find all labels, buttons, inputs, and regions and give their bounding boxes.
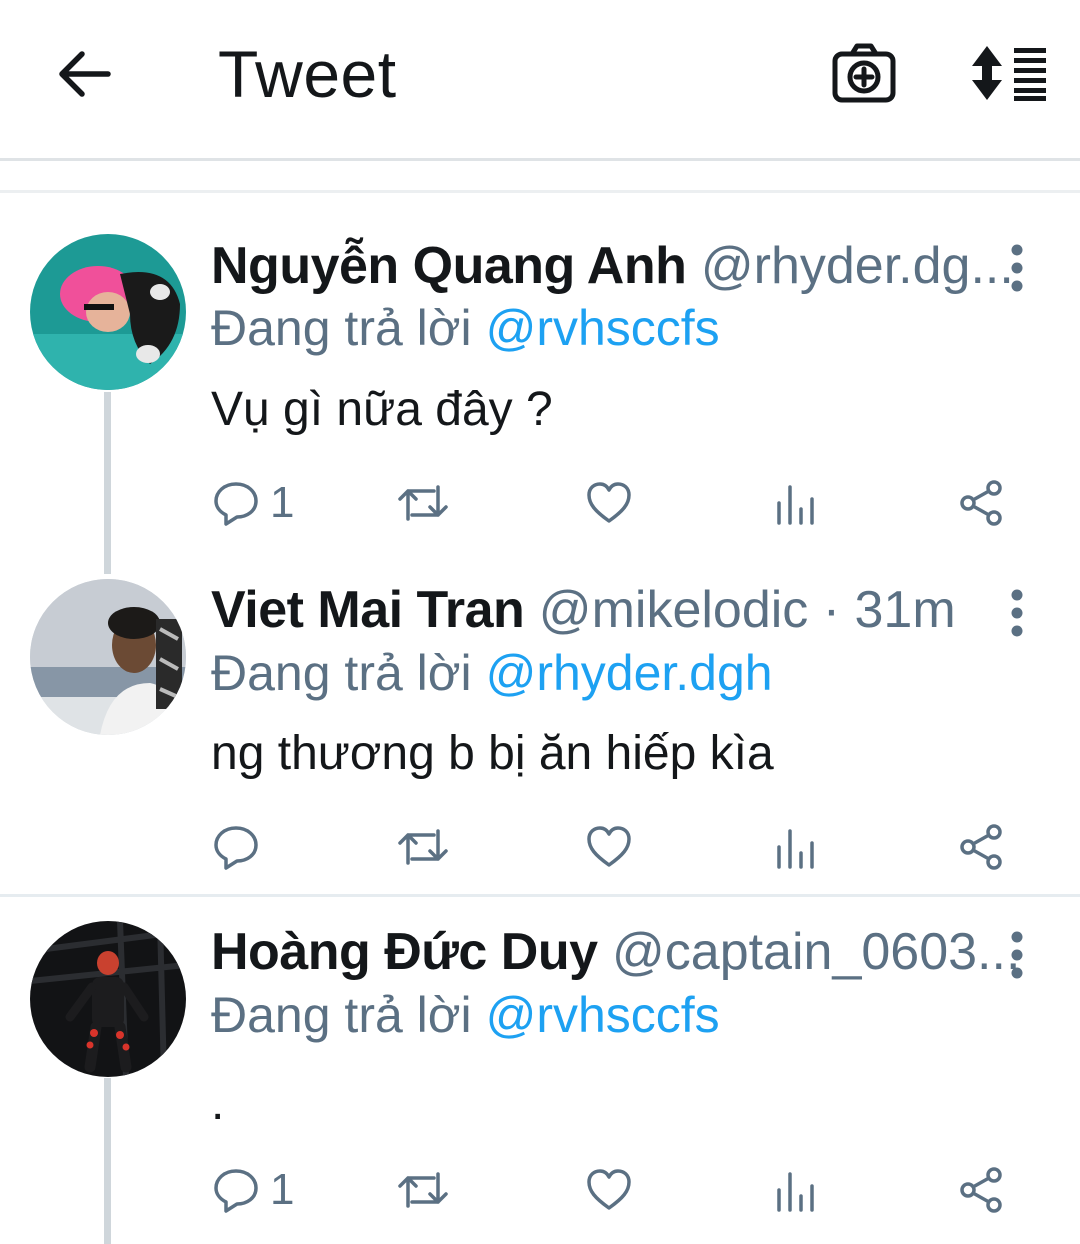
share-button[interactable] <box>958 473 1006 533</box>
analytics-button[interactable] <box>775 1160 817 1220</box>
author-handle: @rhyder.dg... <box>700 237 1014 295</box>
replying-to-label: Đang trả lời <box>211 987 486 1043</box>
replying-to: Đang trả lời @rvhsccfs <box>211 985 720 1045</box>
reply-icon <box>214 482 258 526</box>
tweet-header: Nguyễn Quang Anh @rhyder.dg... <box>211 236 1014 296</box>
share-button[interactable] <box>958 817 1006 877</box>
more-options-button[interactable] <box>1003 243 1031 293</box>
reply-icon <box>214 826 258 870</box>
tweet-actions <box>0 817 1080 877</box>
like-button[interactable] <box>585 817 633 877</box>
heart-icon <box>587 826 631 867</box>
share-icon <box>960 1167 1002 1213</box>
author-handle: @captain_0603... <box>611 923 1021 981</box>
analytics-icon <box>777 485 814 525</box>
avatar[interactable] <box>30 579 186 735</box>
more-options-button[interactable] <box>1003 588 1031 638</box>
more-vertical-icon <box>1011 589 1023 637</box>
header-divider <box>0 190 1080 193</box>
retweet-icon <box>398 1172 448 1208</box>
tweet-actions: 1 <box>0 473 1080 533</box>
sort-icon <box>972 46 1046 101</box>
camera-plus-icon <box>832 43 896 103</box>
tweet-divider <box>0 894 1080 897</box>
more-options-button[interactable] <box>1003 930 1031 980</box>
retweet-button[interactable] <box>396 817 450 877</box>
heart-icon <box>587 1169 631 1210</box>
mention-link[interactable]: @rhyder.dgh <box>486 645 773 701</box>
author-name[interactable]: Viet Mai Tran <box>211 581 525 639</box>
share-button[interactable] <box>958 1160 1006 1220</box>
like-button[interactable] <box>585 1160 633 1220</box>
analytics-button[interactable] <box>775 473 817 533</box>
mention-link[interactable]: @rvhsccfs <box>486 300 720 356</box>
tweet-text: ng thương b bị ăn hiếp kìa <box>211 727 774 780</box>
retweet-button[interactable] <box>396 473 450 533</box>
retweet-icon <box>398 485 448 521</box>
app-bar: Tweet <box>0 0 1080 161</box>
avatar[interactable] <box>30 234 186 390</box>
reply-count: 1 <box>270 1165 295 1214</box>
heart-icon <box>587 482 631 523</box>
author-name[interactable]: Nguyễn Quang Anh <box>211 237 687 295</box>
share-icon <box>960 824 1002 870</box>
replying-to-label: Đang trả lời <box>211 645 486 701</box>
tweet-text: Vụ gì nữa đây ? <box>211 383 553 436</box>
sort-button[interactable] <box>970 44 1048 102</box>
tweet-header: Viet Mai Tran @mikelodic · 31m <box>211 580 956 640</box>
arrow-left-icon <box>59 51 111 97</box>
camera-button[interactable] <box>832 42 896 104</box>
replying-to: Đang trả lời @rhyder.dgh <box>211 643 773 703</box>
retweet-icon <box>398 829 448 865</box>
author-name[interactable]: Hoàng Đức Duy <box>211 923 598 981</box>
replying-to-label: Đang trả lời <box>211 300 486 356</box>
back-button[interactable] <box>56 48 112 100</box>
tweet-text: . <box>211 1077 225 1130</box>
replying-to: Đang trả lời @rvhsccfs <box>211 298 720 358</box>
analytics-icon <box>777 829 814 869</box>
more-vertical-icon <box>1011 931 1023 979</box>
like-button[interactable] <box>585 473 633 533</box>
retweet-button[interactable] <box>396 1160 450 1220</box>
avatar[interactable] <box>30 921 186 1077</box>
tweet-actions: 1 <box>0 1160 1080 1220</box>
reply-button[interactable]: 1 <box>212 1160 294 1220</box>
page-title: Tweet <box>218 37 397 111</box>
reply-button[interactable] <box>212 817 270 877</box>
mention-link[interactable]: @rvhsccfs <box>486 987 720 1043</box>
share-icon <box>960 480 1002 526</box>
reply-button[interactable]: 1 <box>212 473 294 533</box>
more-vertical-icon <box>1011 244 1023 292</box>
reply-count: 1 <box>270 478 295 527</box>
reply-icon <box>214 1169 258 1213</box>
analytics-icon <box>777 1172 814 1212</box>
tweet-header: Hoàng Đức Duy @captain_0603... <box>211 922 1020 982</box>
author-handle: @mikelodic · 31m <box>538 581 956 639</box>
analytics-button[interactable] <box>775 817 817 877</box>
